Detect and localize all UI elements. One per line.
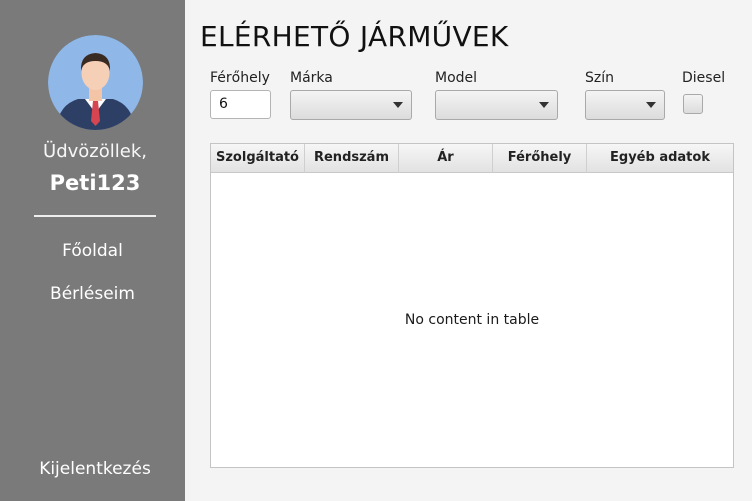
nav-home[interactable]: Főoldal xyxy=(0,241,185,261)
vehicles-table[interactable]: Szolgáltató Rendszám Ár Férőhely Egyéb a… xyxy=(210,143,734,468)
color-label: Szín xyxy=(585,70,614,86)
color-select[interactable] xyxy=(585,90,665,120)
diesel-label: Diesel xyxy=(682,70,726,86)
sidebar: Üdvözöllek, Peti123 Főoldal Bérléseim Ki… xyxy=(0,0,185,501)
column-header-provider[interactable]: Szolgáltató xyxy=(211,144,305,173)
chevron-down-icon xyxy=(393,102,403,108)
column-header-other-data[interactable]: Egyéb adatok xyxy=(587,144,733,173)
table-header: Szolgáltató Rendszám Ár Férőhely Egyéb a… xyxy=(211,144,733,173)
column-header-seats[interactable]: Férőhely xyxy=(493,144,587,173)
seats-input[interactable]: 6 xyxy=(210,90,271,119)
column-header-price[interactable]: Ár xyxy=(399,144,493,173)
model-label: Model xyxy=(435,70,478,86)
table-empty-message: No content in table xyxy=(404,312,540,328)
main-panel: ELÉRHETŐ JÁRMŰVEK Férőhely 6 Márka Model… xyxy=(185,0,752,501)
nav-rentals[interactable]: Bérléseim xyxy=(0,284,185,304)
chevron-down-icon xyxy=(646,102,656,108)
model-select[interactable] xyxy=(435,90,558,120)
chevron-down-icon xyxy=(539,102,549,108)
brand-select[interactable] xyxy=(290,90,412,120)
logout-button[interactable]: Kijelentkezés xyxy=(0,459,190,479)
user-avatar-icon xyxy=(48,35,143,130)
page-title: ELÉRHETŐ JÁRMŰVEK xyxy=(200,20,509,53)
brand-label: Márka xyxy=(290,70,333,86)
welcome-text: Üdvözöllek, xyxy=(43,141,147,162)
sidebar-divider xyxy=(34,215,156,217)
diesel-checkbox[interactable] xyxy=(683,94,703,114)
username: Peti123 xyxy=(49,171,141,195)
column-header-plate[interactable]: Rendszám xyxy=(305,144,399,173)
seats-label: Férőhely xyxy=(210,70,270,86)
